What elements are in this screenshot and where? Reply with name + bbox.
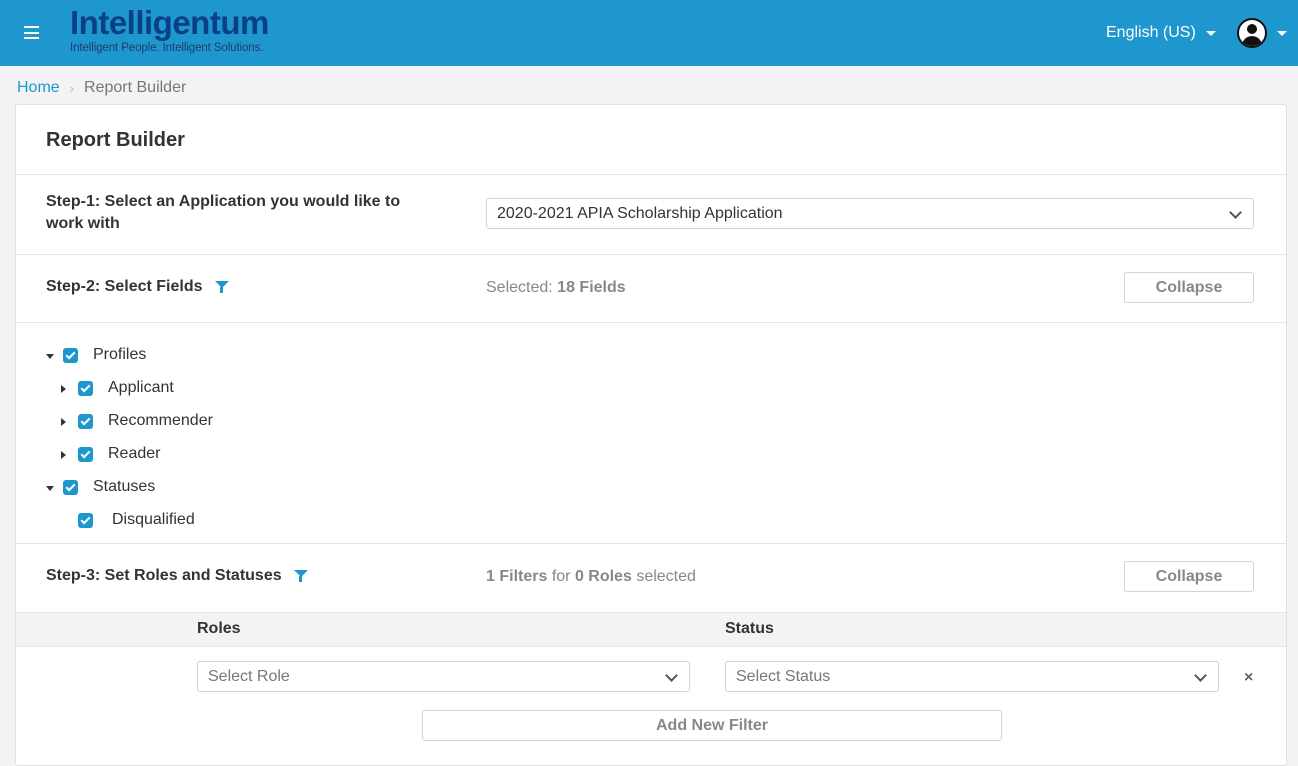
brand-name: Intelligentum: [70, 4, 269, 41]
collapse-caret-icon[interactable]: [61, 385, 66, 393]
expand-caret-icon[interactable]: [46, 354, 54, 359]
divider: [16, 174, 1286, 175]
step3-header: Step-3: Set Roles and Statuses: [46, 565, 308, 587]
remove-filter-icon[interactable]: ×: [1244, 669, 1253, 687]
tree-item-profiles[interactable]: Profiles: [93, 346, 146, 364]
checkbox-reader[interactable]: [78, 447, 93, 462]
selected-fields-count: 18 Fields: [557, 279, 626, 296]
hamburger-icon[interactable]: [24, 26, 39, 39]
breadcrumb: Home › Report Builder: [17, 79, 186, 97]
filters-table-header: Roles Status: [16, 612, 1286, 647]
collapse-caret-icon[interactable]: [61, 418, 66, 426]
add-new-filter-button[interactable]: Add New Filter: [422, 710, 1002, 741]
tree-item-applicant[interactable]: Applicant: [108, 379, 174, 397]
chevron-down-icon: [1229, 206, 1242, 219]
collapse-fields-button[interactable]: Collapse: [1124, 272, 1254, 303]
caret-down-icon: [1205, 30, 1216, 36]
collapse-caret-icon[interactable]: [61, 451, 66, 459]
step2-header: Step-2: Select Fields: [46, 276, 229, 298]
chevron-down-icon: [665, 669, 678, 682]
selected-prefix: Selected:: [486, 279, 553, 296]
divider: [16, 254, 1286, 255]
tree-item-disqualified[interactable]: Disqualified: [112, 511, 195, 529]
collapse-roles-button[interactable]: Collapse: [1124, 561, 1254, 592]
divider: [16, 322, 1286, 323]
report-builder-card: Report Builder Step-1: Select an Applica…: [15, 104, 1287, 766]
language-label: English (US): [1106, 24, 1196, 41]
selected-fields-summary: Selected: 18 Fields: [486, 279, 626, 297]
user-avatar-icon[interactable]: [1237, 18, 1267, 48]
tree-item-statuses[interactable]: Statuses: [93, 478, 155, 496]
tree-item-recommender[interactable]: Recommender: [108, 412, 213, 430]
language-selector[interactable]: English (US): [1106, 24, 1216, 42]
checkbox-recommender[interactable]: [78, 414, 93, 429]
divider: [16, 543, 1286, 544]
brand-logo[interactable]: Intelligentum Intelligent People. Intell…: [70, 4, 269, 55]
breadcrumb-home-link[interactable]: Home: [17, 79, 60, 97]
filters-summary: 1 Filters for 0 Roles selected: [486, 568, 696, 586]
chevron-right-icon: ›: [69, 80, 75, 96]
roles-count: 0 Roles: [574, 568, 632, 585]
application-select-value: 2020-2021 APIA Scholarship Application: [497, 205, 783, 222]
roles-column-header: Roles: [197, 620, 241, 637]
step2-label: Step-2: Select Fields: [46, 278, 203, 295]
step3-label: Step-3: Set Roles and Statuses: [46, 567, 282, 584]
top-navigation-bar: Intelligentum Intelligent People. Intell…: [0, 0, 1298, 66]
status-column-header: Status: [725, 620, 774, 637]
chevron-down-icon: [1194, 669, 1207, 682]
expand-caret-icon[interactable]: [46, 486, 54, 491]
checkbox-profiles[interactable]: [63, 348, 78, 363]
page-title: Report Builder: [46, 129, 185, 151]
filters-selected-text: selected: [636, 568, 696, 585]
filters-for-text: for: [551, 568, 571, 585]
filters-count: 1 Filters: [486, 568, 548, 585]
filter-icon[interactable]: [214, 281, 229, 294]
filter-icon[interactable]: [293, 570, 308, 583]
breadcrumb-current: Report Builder: [84, 79, 187, 96]
status-select[interactable]: Select Status: [725, 661, 1219, 692]
step1-label: Step-1: Select an Application you would …: [46, 193, 401, 232]
user-menu-caret-icon[interactable]: [1277, 31, 1287, 36]
application-select[interactable]: 2020-2021 APIA Scholarship Application: [486, 198, 1254, 229]
brand-tagline: Intelligent People. Intelligent Solution…: [70, 42, 264, 54]
tree-item-reader[interactable]: Reader: [108, 445, 160, 463]
role-select[interactable]: Select Role: [197, 661, 690, 692]
role-select-placeholder: Select Role: [208, 668, 290, 685]
checkbox-disqualified[interactable]: [78, 513, 93, 528]
status-select-placeholder: Select Status: [736, 668, 831, 685]
checkbox-statuses[interactable]: [63, 480, 78, 495]
checkbox-applicant[interactable]: [78, 381, 93, 396]
